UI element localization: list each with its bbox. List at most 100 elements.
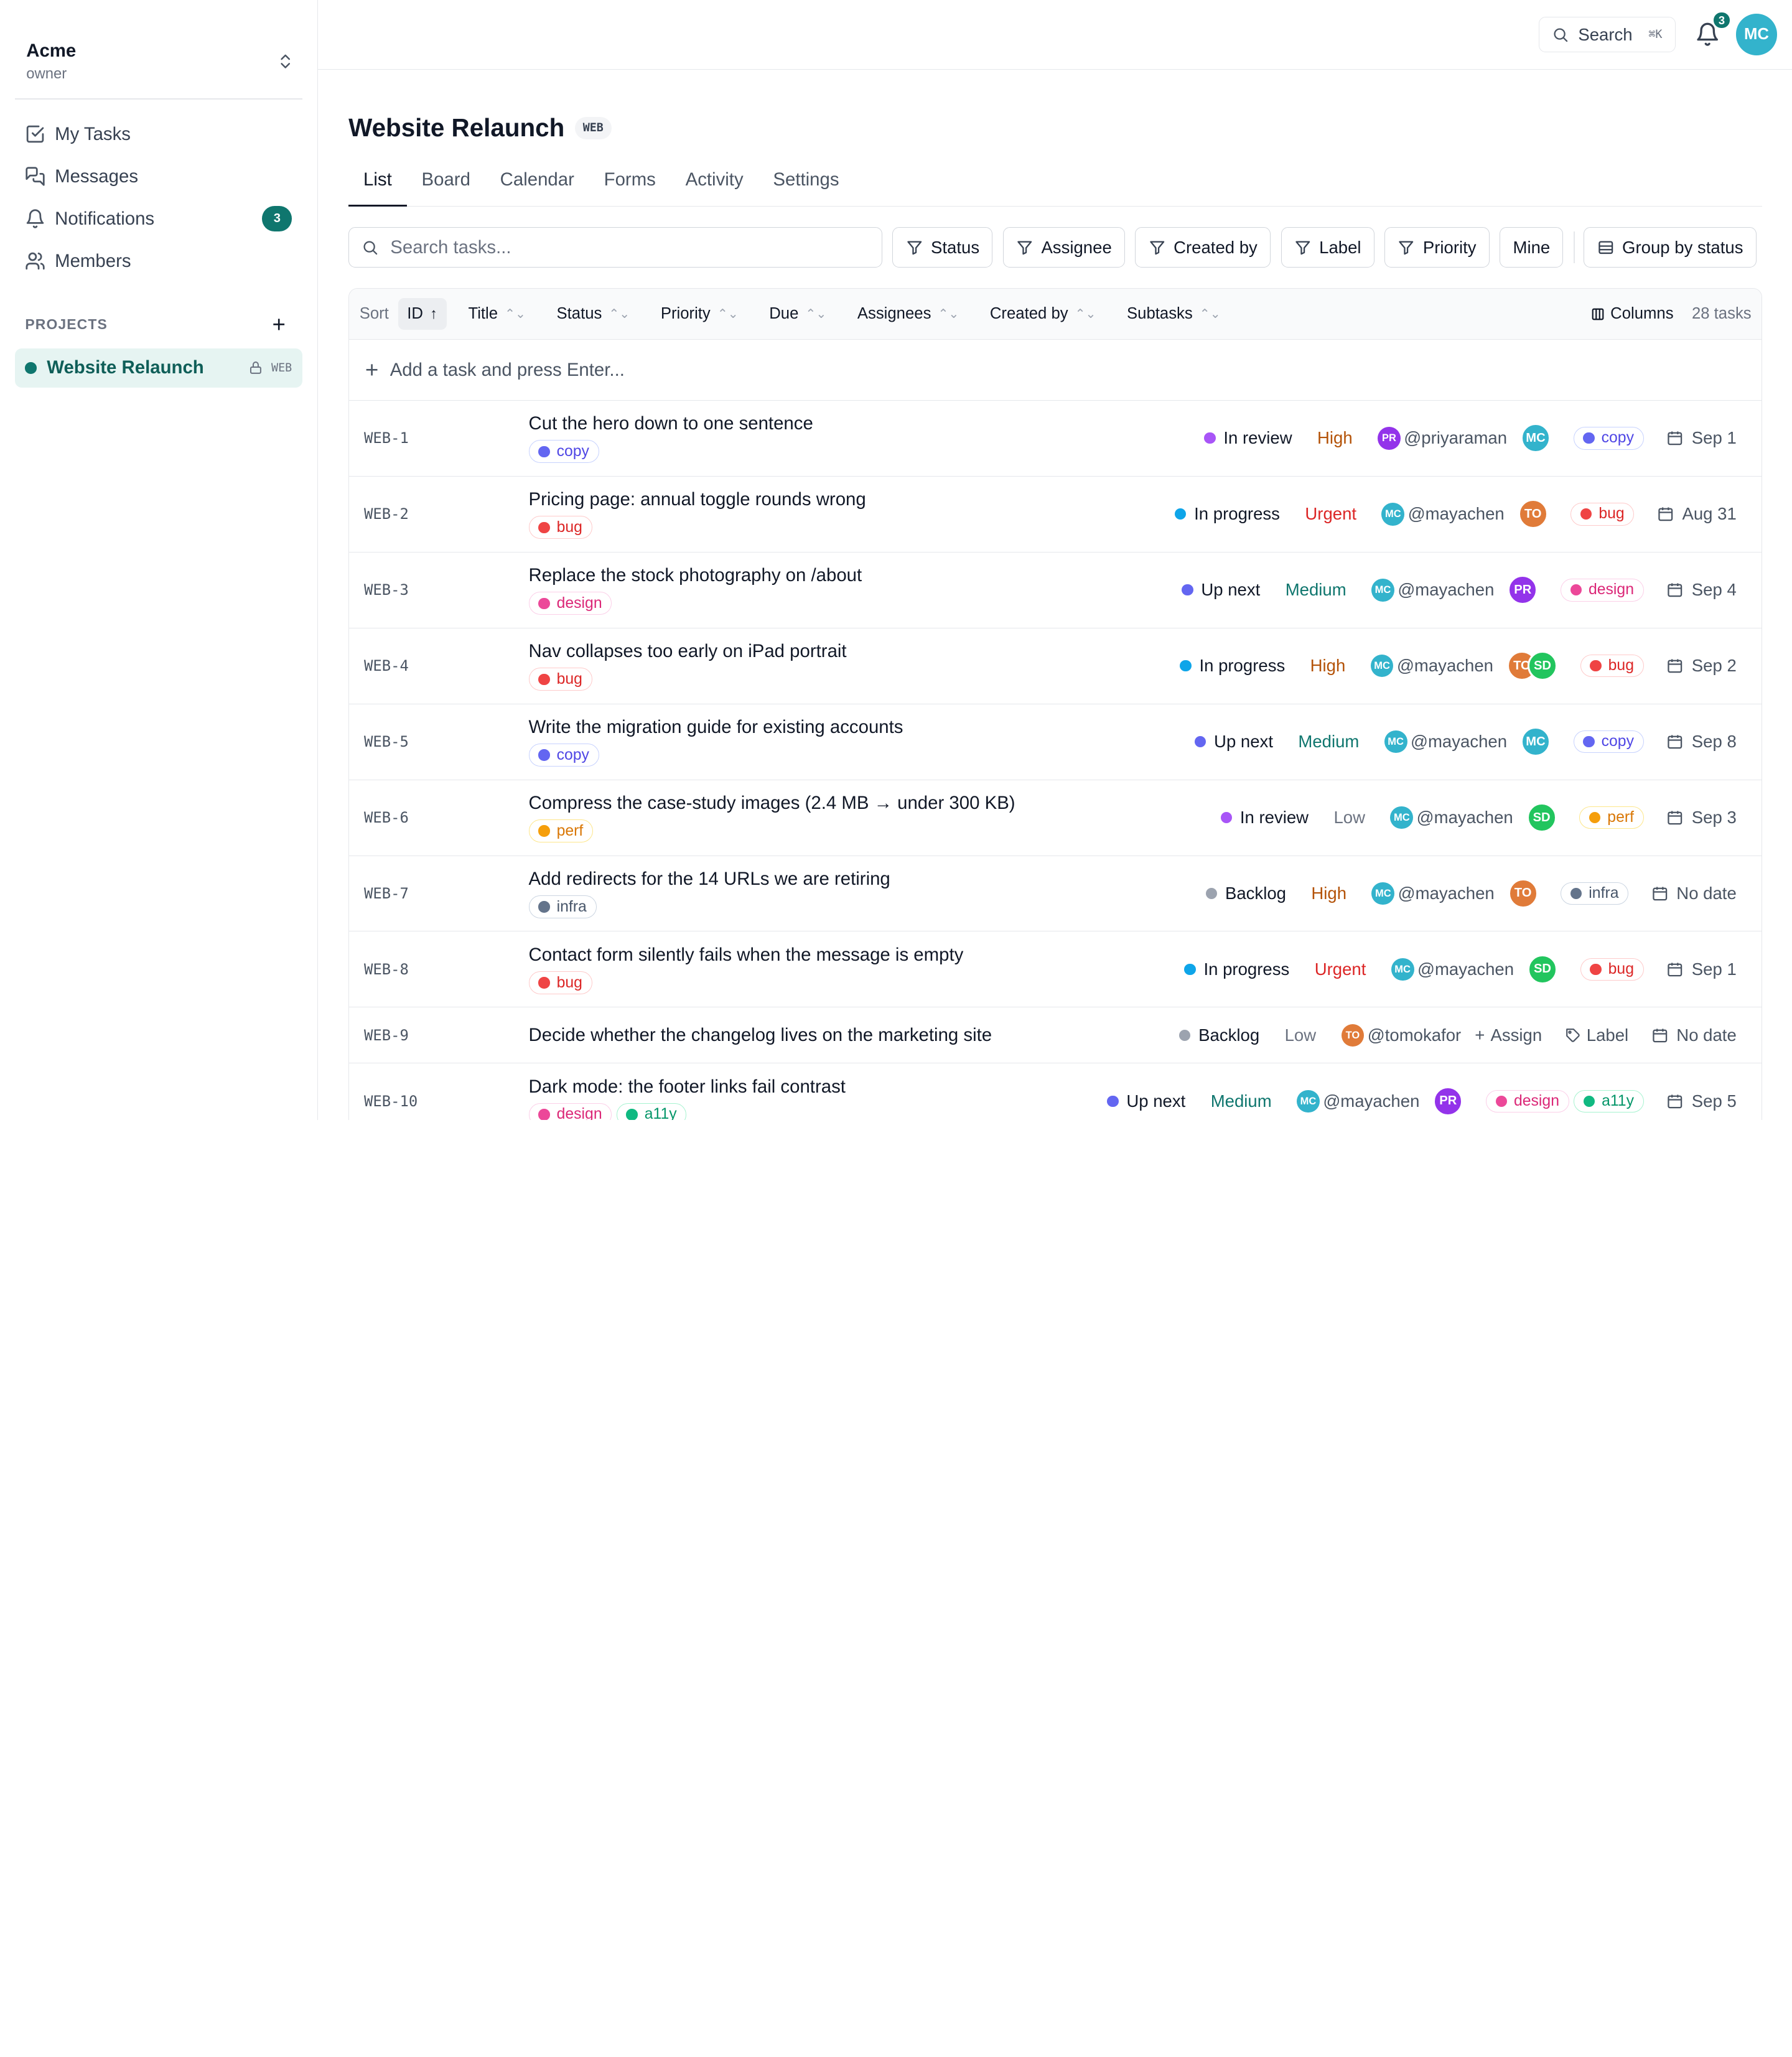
add-project-button[interactable]: + [272, 312, 286, 338]
filter-priority-button[interactable]: Priority [1384, 227, 1490, 268]
label-tag[interactable]: a11y [616, 1103, 687, 1120]
mine-filter-button[interactable]: Mine [1500, 227, 1564, 268]
label-tag[interactable]: design [528, 1103, 612, 1120]
status-badge[interactable]: Backlog [1178, 1025, 1259, 1045]
sidebar-item-messages[interactable]: Messages [15, 156, 302, 198]
status-badge[interactable]: Up next [1194, 732, 1273, 752]
label-tag[interactable]: perf [528, 819, 593, 842]
sort-column-title[interactable]: Title ⌃⌄ [459, 298, 535, 330]
priority-text[interactable]: Medium [1211, 1091, 1272, 1111]
task-title[interactable]: Nav collapses too early on iPad portrait [529, 641, 1180, 662]
tab-forms[interactable]: Forms [589, 169, 671, 207]
due-date[interactable]: Sep 8 [1666, 732, 1737, 752]
label-tag[interactable]: bug [528, 971, 592, 994]
due-date[interactable]: Sep 5 [1666, 1091, 1737, 1111]
label-tag[interactable]: design [528, 592, 612, 615]
label-tag[interactable]: bug [1580, 654, 1644, 678]
table-row[interactable]: WEB-8 Contact form silently fails when th… [349, 931, 1762, 1008]
priority-text[interactable]: Urgent [1305, 504, 1356, 524]
table-row[interactable]: WEB-7 Add redirects for the 14 URLs we ar… [349, 856, 1762, 932]
label-tag[interactable]: design [1485, 1089, 1569, 1113]
table-row[interactable]: WEB-9 Decide whether the changelog lives … [349, 1007, 1762, 1064]
sidebar-item-notifications[interactable]: Notifications 3 [15, 198, 302, 240]
status-badge[interactable]: Backlog [1205, 884, 1286, 903]
task-title[interactable]: Pricing page: annual toggle rounds wrong [529, 489, 1175, 510]
status-badge[interactable]: Up next [1107, 1091, 1185, 1111]
sort-column-priority[interactable]: Priority ⌃⌄ [651, 298, 747, 330]
table-row[interactable]: WEB-4 Nav collapses too early on iPad por… [349, 628, 1762, 704]
notifications-button[interactable]: 3 [1695, 10, 1732, 47]
label-tag[interactable]: bug [528, 516, 592, 539]
sort-column-subtasks[interactable]: Subtasks ⌃⌄ [1118, 298, 1230, 330]
label-tag[interactable]: a11y [1574, 1089, 1644, 1113]
label-tag[interactable]: bug [1570, 502, 1635, 526]
label-tag[interactable]: design [1560, 578, 1644, 602]
sidebar-item-members[interactable]: Members [15, 240, 302, 282]
global-search-button[interactable]: Search ⌘K [1538, 17, 1676, 52]
label-tag[interactable]: infra [1561, 882, 1629, 905]
table-row[interactable]: WEB-2 Pricing page: annual toggle rounds … [349, 477, 1762, 553]
task-title[interactable]: Contact form silently fails when the mes… [529, 945, 1185, 966]
table-row[interactable]: WEB-10 Dark mode: the footer links fail c… [349, 1063, 1762, 1120]
assignee-avatars[interactable]: TO [1518, 499, 1548, 529]
table-row[interactable]: WEB-5 Write the migration guide for exist… [349, 704, 1762, 780]
tab-board[interactable]: Board [407, 169, 485, 207]
due-date[interactable]: Sep 1 [1666, 959, 1737, 979]
filter-status-button[interactable]: Status [892, 227, 993, 268]
priority-text[interactable]: High [1317, 428, 1353, 448]
priority-text[interactable]: Low [1333, 808, 1365, 828]
tab-calendar[interactable]: Calendar [485, 169, 589, 207]
tab-activity[interactable]: Activity [671, 169, 758, 207]
task-title[interactable]: Write the migration guide for existing a… [529, 717, 1195, 738]
sort-column-due[interactable]: Due ⌃⌄ [760, 298, 836, 330]
status-badge[interactable]: In review [1220, 808, 1309, 828]
status-badge[interactable]: In progress [1180, 656, 1285, 676]
table-row[interactable]: WEB-1 Cut the hero down to one sentence co… [349, 401, 1762, 477]
label-tag[interactable]: infra [528, 895, 597, 918]
columns-button[interactable]: Columns [1591, 305, 1674, 323]
task-title[interactable]: Replace the stock photography on /about [529, 565, 1182, 586]
assignee-avatars[interactable]: SD [1528, 954, 1557, 984]
add-label-button[interactable]: Label [1565, 1025, 1628, 1045]
filter-created-by-button[interactable]: Created by [1135, 227, 1271, 268]
task-title[interactable]: Cut the hero down to one sentence [529, 413, 1205, 434]
due-date[interactable]: Sep 4 [1666, 580, 1737, 600]
status-badge[interactable]: Up next [1182, 580, 1260, 600]
status-badge[interactable]: In progress [1184, 959, 1289, 979]
status-badge[interactable]: In progress [1174, 504, 1280, 524]
priority-text[interactable]: Low [1285, 1025, 1317, 1045]
task-title[interactable]: Compress the case-study images (2.4 MB →… [529, 793, 1221, 814]
assignee-avatars[interactable]: PR [1433, 1086, 1463, 1116]
assignee-avatars[interactable]: TO [1508, 879, 1538, 908]
priority-text[interactable]: High [1310, 656, 1346, 676]
label-tag[interactable]: bug [1580, 958, 1644, 981]
priority-text[interactable]: High [1311, 884, 1346, 903]
priority-text[interactable]: Medium [1286, 580, 1346, 600]
task-title[interactable]: Add redirects for the 14 URLs we are ret… [529, 869, 1206, 890]
due-date[interactable]: Sep 3 [1666, 808, 1737, 828]
label-tag[interactable]: copy [1573, 426, 1644, 450]
sort-column-id[interactable]: ID ↑ [398, 297, 447, 330]
due-date[interactable]: No date [1651, 1025, 1737, 1045]
label-tag[interactable]: perf [1579, 806, 1644, 829]
label-tag[interactable]: bug [528, 668, 592, 691]
table-row[interactable]: WEB-6 Compress the case-study images (2.4… [349, 780, 1762, 856]
status-badge[interactable]: In review [1204, 428, 1292, 448]
due-date[interactable]: Sep 1 [1666, 428, 1737, 448]
tab-settings[interactable]: Settings [758, 169, 854, 207]
assignee-avatars[interactable]: PR [1508, 575, 1538, 605]
sidebar-item-my-tasks[interactable]: My Tasks [15, 113, 302, 156]
table-row[interactable]: WEB-3 Replace the stock photography on /a… [349, 553, 1762, 628]
due-date[interactable]: Sep 2 [1666, 656, 1737, 676]
task-search-input[interactable] [390, 236, 869, 258]
sort-column-assignees[interactable]: Assignees ⌃⌄ [848, 298, 968, 330]
assignee-avatars[interactable]: MC [1521, 727, 1551, 757]
due-date[interactable]: Aug 31 [1657, 504, 1737, 524]
task-title[interactable]: Dark mode: the footer links fail contras… [529, 1076, 1108, 1098]
sort-column-status[interactable]: Status ⌃⌄ [548, 298, 639, 330]
filter-label-button[interactable]: Label [1281, 227, 1374, 268]
group-by-button[interactable]: Group by status [1584, 227, 1757, 268]
assignee-avatars[interactable]: TO SD [1507, 651, 1557, 681]
add-task-input[interactable] [390, 359, 1746, 381]
task-title[interactable]: Decide whether the changelog lives on th… [529, 1025, 1179, 1046]
